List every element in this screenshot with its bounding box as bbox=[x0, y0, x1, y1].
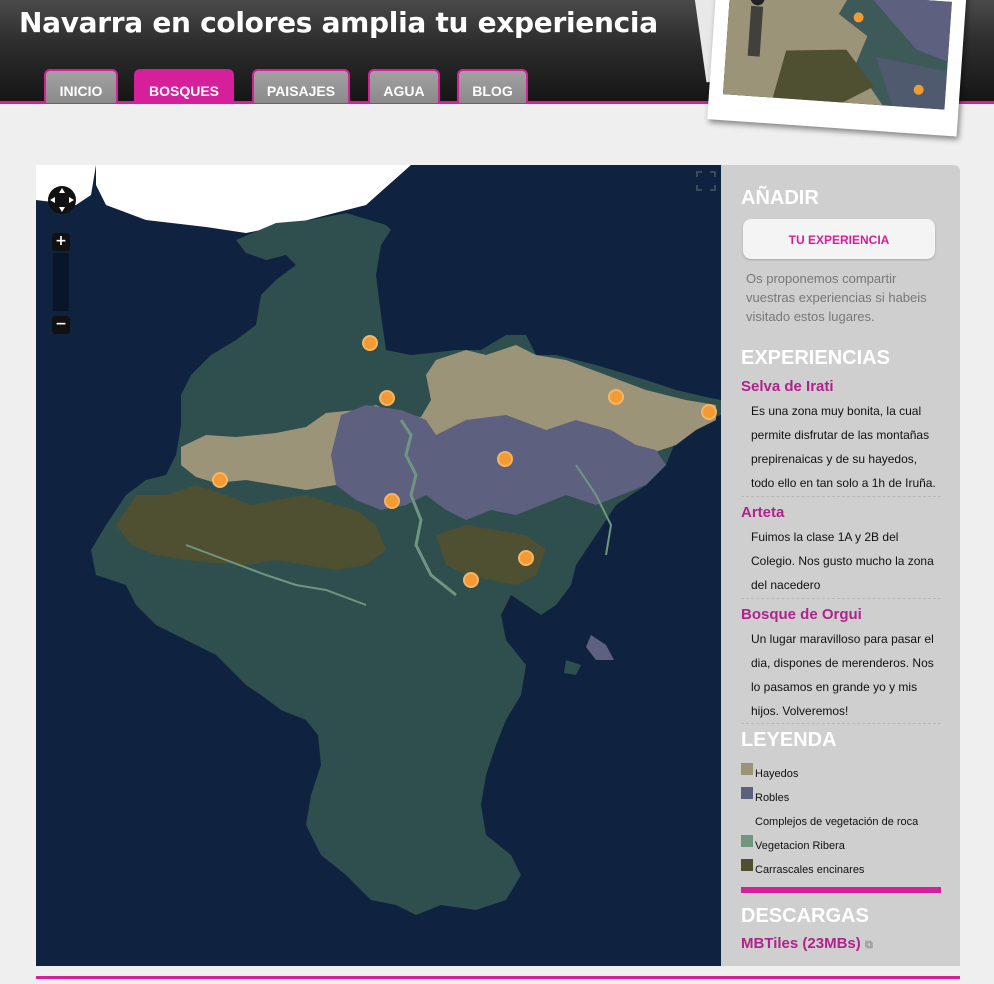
bottom-accent-line bbox=[36, 976, 960, 979]
mbtiles-download-link[interactable]: MBTiles (23MBs) ⧉ bbox=[741, 935, 873, 952]
zoom-slider[interactable] bbox=[53, 253, 69, 311]
pan-control[interactable] bbox=[44, 182, 80, 218]
map-marker bbox=[384, 493, 400, 509]
experience-title[interactable]: Arteta bbox=[741, 504, 784, 521]
map-marker bbox=[212, 472, 228, 488]
map-marker bbox=[362, 335, 378, 351]
legend-swatch bbox=[741, 787, 753, 799]
experience-title[interactable]: Bosque de Orgui bbox=[741, 606, 862, 623]
fullscreen-icon[interactable] bbox=[696, 171, 716, 191]
experience-text: Un lugar maravilloso para pasar el dia, … bbox=[751, 632, 934, 718]
experience-title[interactable]: Selva de Irati bbox=[741, 378, 834, 395]
experience-separator bbox=[741, 598, 941, 599]
map-marker bbox=[379, 390, 395, 406]
experience-text: Es una zona muy bonita, la cual permite … bbox=[751, 404, 936, 490]
experience-text: Fuimos la clase 1A y 2B del Colegio. Nos… bbox=[751, 530, 934, 592]
tab-bosques[interactable]: BOSQUES bbox=[134, 69, 234, 103]
forest-map[interactable]: + − bbox=[36, 165, 721, 966]
downloads-title: DESCARGAS bbox=[741, 905, 869, 927]
add-experience-button[interactable]: TU EXPERIENCIA bbox=[743, 219, 935, 259]
add-description: Os proponemos compartir vuestras experie… bbox=[746, 271, 927, 324]
site-title: Navarra en colores amplia tu experiencia bbox=[19, 6, 658, 39]
tab-inicio[interactable]: INICIO bbox=[44, 69, 118, 103]
experience-separator bbox=[741, 723, 941, 724]
map-marker bbox=[463, 572, 479, 588]
legend-swatch bbox=[741, 763, 753, 775]
section-divider bbox=[741, 887, 941, 893]
map-canvas bbox=[36, 165, 721, 966]
legend-title: LEYENDA bbox=[741, 729, 837, 751]
legend-swatch bbox=[741, 835, 753, 847]
zoom-in-button[interactable]: + bbox=[52, 233, 70, 251]
map-marker bbox=[608, 389, 624, 405]
experience-separator bbox=[741, 496, 941, 497]
header-photo bbox=[707, 0, 967, 137]
legend-swatch bbox=[741, 859, 753, 871]
tab-paisajes[interactable]: PAISAJES bbox=[252, 69, 350, 103]
map-marker bbox=[701, 404, 717, 420]
photo-map-thumbnail bbox=[722, 0, 952, 110]
experiences-title: EXPERIENCIAS bbox=[741, 347, 890, 369]
zoom-out-button[interactable]: − bbox=[52, 316, 70, 334]
add-section-title: AÑADIR bbox=[741, 187, 819, 209]
sidebar: AÑADIR TU EXPERIENCIA Os proponemos comp… bbox=[721, 165, 960, 966]
tab-agua[interactable]: AGUA bbox=[368, 69, 440, 103]
map-marker bbox=[497, 451, 513, 467]
tab-blog[interactable]: BLOG bbox=[457, 69, 528, 103]
map-marker bbox=[518, 550, 534, 566]
external-link-icon: ⧉ bbox=[864, 939, 873, 951]
